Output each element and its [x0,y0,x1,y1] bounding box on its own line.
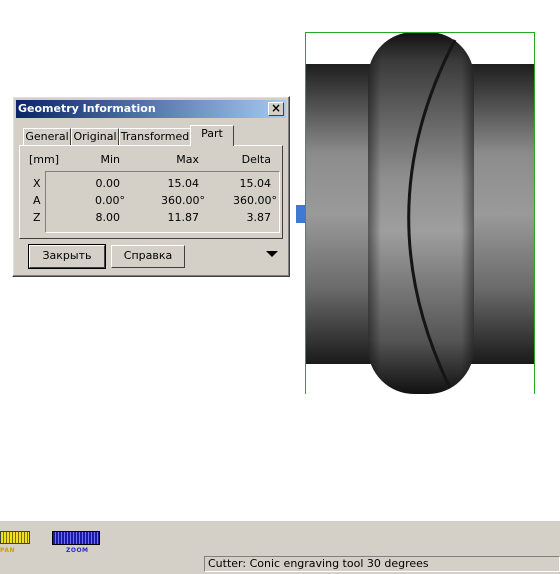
help-button[interactable]: Справка [111,245,185,268]
value-a-max: 360.00° [161,194,205,207]
part-bounding-frame [305,32,535,394]
value-x-min: 0.00 [95,177,121,190]
zoom-control[interactable] [52,531,100,545]
zoom-label: ZOOM [66,547,89,554]
navigation-toolbar: PAN ZOOM [0,520,560,557]
status-pane-empty [0,556,203,572]
header-min: Min [100,153,120,166]
dialog-title: Geometry Information [18,102,156,115]
header-delta: Delta [241,153,271,166]
axis-label-x: X [33,177,41,190]
value-z-max: 11.87 [167,211,200,224]
unit-label: [mm] [29,153,60,166]
status-cutter: Cutter: Conic engraving tool 30 degrees [204,556,560,572]
axis-label-a: A [33,194,41,207]
axis-label-z: Z [33,211,41,224]
tab-general[interactable]: General [23,128,71,145]
dialog-title-bar[interactable]: Geometry Information × [16,100,286,118]
value-a-delta: 360.00° [233,194,277,207]
status-bar: Cutter: Conic engraving tool 30 degrees [0,556,560,574]
geometry-info-dialog: Geometry Information × General Original … [12,96,290,277]
header-max: Max [176,153,199,166]
pan-label: PAN [0,547,16,554]
value-x-max: 15.04 [167,177,200,190]
value-z-delta: 3.87 [246,211,272,224]
close-icon[interactable]: × [268,102,284,116]
pan-control[interactable] [0,531,30,544]
tab-part[interactable]: Part [190,125,234,146]
tab-original[interactable]: Original [71,128,119,145]
axis-marker [296,205,305,223]
value-a-min: 0.00° [95,194,125,207]
value-z-min: 8.00 [95,211,121,224]
close-button[interactable]: Закрыть [28,244,106,269]
expand-arrow-icon[interactable] [266,251,278,257]
value-x-delta: 15.04 [239,177,272,190]
tab-transformed[interactable]: Transformed [119,128,191,145]
